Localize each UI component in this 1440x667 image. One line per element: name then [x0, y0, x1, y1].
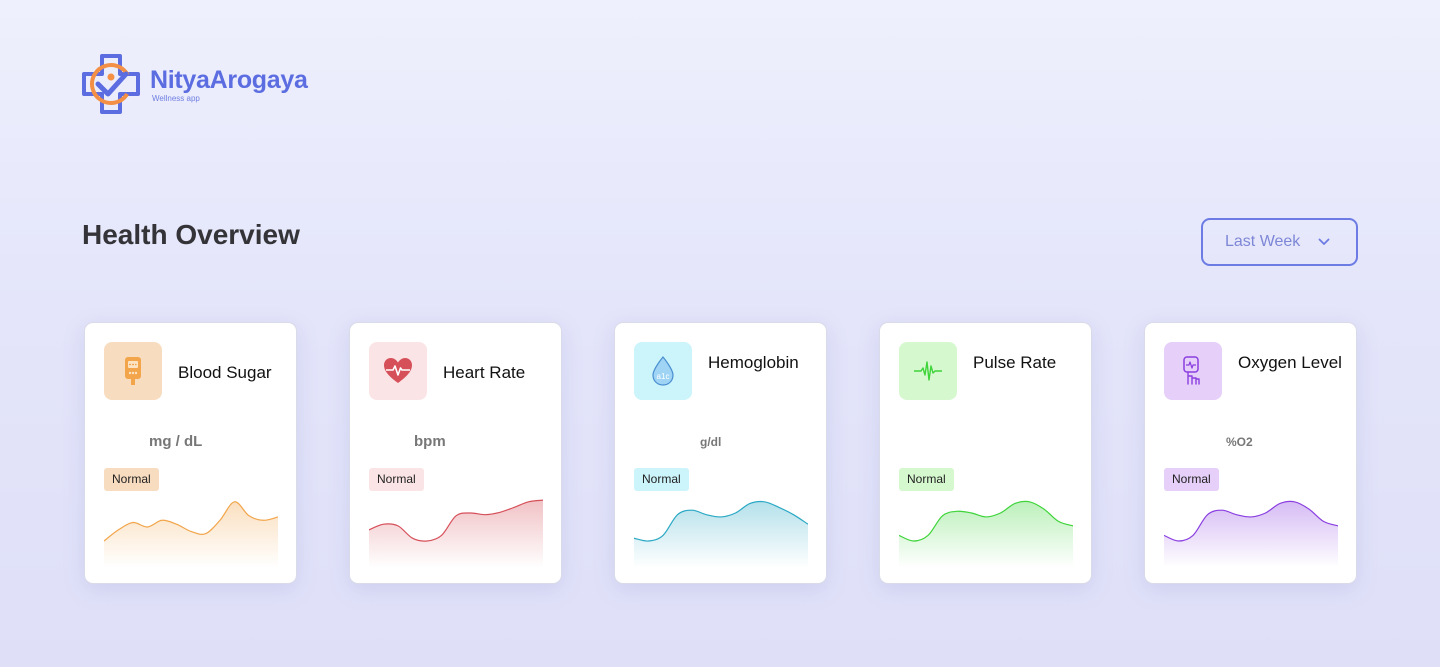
- trend-area: [369, 500, 543, 568]
- card-unit: bpm: [414, 433, 446, 450]
- brand-tagline: Wellness app: [152, 94, 200, 103]
- pulse-rate-trend-chart: [899, 500, 1073, 568]
- pulse-oximeter-icon: [1183, 356, 1200, 385]
- oxygen-level-icon-box: [1164, 342, 1222, 400]
- card-title: Heart Rate: [443, 363, 526, 382]
- chevron-down-icon: [1318, 238, 1330, 245]
- blood-drop-a1c-icon: a1c: [652, 356, 674, 386]
- app-logo[interactable]: NityaArogaya Wellness app: [80, 52, 308, 118]
- status-badge: Normal: [369, 468, 424, 491]
- heart-rate-card[interactable]: Heart Rate bpm Normal: [349, 322, 562, 584]
- cross-check-logo-icon: [82, 54, 140, 114]
- status-badge: Normal: [634, 468, 689, 491]
- blood-sugar-trend-chart: [104, 501, 278, 568]
- card-title: Pulse Rate: [973, 353, 1057, 372]
- status-badge: Normal: [1164, 468, 1219, 491]
- hemoglobin-card[interactable]: a1c Hemoglobin g/dl Normal: [614, 322, 827, 584]
- time-range-dropdown[interactable]: Last Week: [1201, 218, 1358, 266]
- heart-rate-icon-box: [369, 342, 427, 400]
- card-title: Hemoglobin: [708, 353, 799, 372]
- status-badge: Normal: [899, 468, 954, 491]
- glucose-meter-icon: [125, 357, 141, 385]
- hemoglobin-trend-chart: [634, 500, 808, 568]
- pulse-rate-icon-box: [899, 342, 957, 400]
- status-badge: Normal: [104, 468, 159, 491]
- brand-name: NityaArogaya: [150, 66, 308, 94]
- heart-rate-trend-chart: [369, 499, 543, 568]
- trend-area: [104, 501, 278, 568]
- pulse-rate-card[interactable]: Pulse Rate Normal: [879, 322, 1092, 584]
- time-range-value: Last Week: [1225, 233, 1301, 250]
- oxygen-level-trend-chart: [1164, 500, 1338, 568]
- pulse-wave-icon: [914, 361, 942, 381]
- blood-sugar-card[interactable]: Blood Sugar mg / dL Normal: [84, 322, 297, 584]
- heart-pulse-icon: [384, 358, 412, 383]
- trend-area: [634, 501, 808, 568]
- page-title: Health Overview: [82, 219, 300, 250]
- card-unit: g/dl: [700, 435, 722, 449]
- oxygen-level-card[interactable]: Oxygen Level %O2 Normal: [1144, 322, 1357, 584]
- card-unit: %O2: [1226, 435, 1253, 449]
- blood-sugar-icon-box: [104, 342, 162, 400]
- card-title: Oxygen Level: [1238, 353, 1342, 372]
- svg-text:a1c: a1c: [657, 372, 670, 381]
- card-unit: mg / dL: [149, 433, 203, 450]
- card-title: Blood Sugar: [178, 363, 272, 382]
- hemoglobin-icon-box: a1c: [634, 342, 692, 400]
